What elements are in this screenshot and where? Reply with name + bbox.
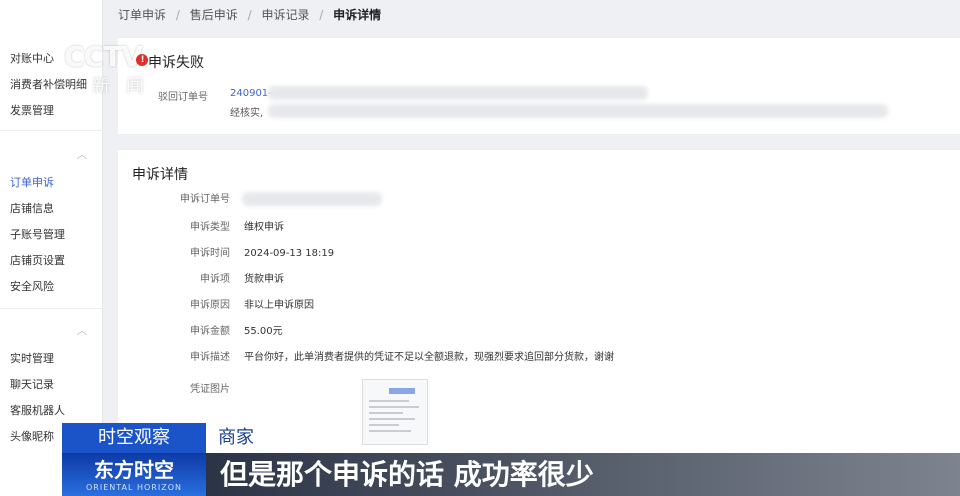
result-note: 经核实,	[230, 108, 264, 119]
row-label: 申诉订单号	[180, 194, 230, 205]
detail-title: 申诉详情	[132, 167, 188, 183]
detail-row: 申诉描述 平台你好，此单消费者提供的凭证不足以全额退款，现强烈要求追回部分货款，…	[118, 350, 958, 366]
sidebar-item-bot[interactable]: 客服机器人	[10, 404, 65, 418]
sidebar-item-chat-records[interactable]: 聊天记录	[10, 378, 54, 392]
program-brand: 东方时空 ORIENTAL HORIZON	[62, 453, 206, 496]
redacted-text	[268, 86, 648, 100]
redacted-order-id	[242, 192, 382, 206]
row-label: 申诉原因	[190, 300, 230, 311]
detail-row: 申诉项 货款申诉	[118, 272, 960, 288]
breadcrumb-item[interactable]: 订单申诉	[118, 8, 166, 22]
breadcrumb-current: 申诉详情	[333, 8, 382, 22]
sidebar-item-store-info[interactable]: 店铺信息	[10, 202, 54, 216]
breadcrumb-item[interactable]: 申诉记录	[261, 8, 309, 22]
sidebar-divider	[0, 130, 102, 131]
row-value: 货款申诉	[244, 274, 284, 285]
cctv-logo: CCTV ! 新闻	[64, 40, 184, 100]
row-value: 平台你好，此单消费者提供的凭证不足以全额退款，现强烈要求追回部分货款，谢谢	[244, 352, 614, 363]
detail-row: 申诉时间 2024-09-13 18:19	[118, 246, 960, 262]
program-brand-en: ORIENTAL HORIZON	[86, 483, 182, 492]
breadcrumb-separator: /	[247, 8, 252, 22]
redacted-text	[268, 104, 888, 118]
detail-row: 凭证图片	[118, 382, 960, 398]
sidebar-divider	[0, 308, 102, 309]
chevron-up-icon[interactable]: ︿	[76, 149, 88, 160]
row-value: 非以上申诉原因	[244, 300, 314, 311]
row-label: 申诉金额	[190, 326, 230, 337]
row-value: 2024-09-13 18:19	[244, 248, 335, 259]
subtitle-caption: 但是那个申诉的话 成功率很少	[206, 453, 960, 496]
sidebar-item-avatar[interactable]: 头像昵称	[10, 430, 54, 444]
row-value: 55.00元	[244, 326, 283, 337]
breadcrumb-item[interactable]: 售后申诉	[190, 8, 238, 22]
row-label: 凭证图片	[190, 384, 230, 395]
detail-row: 申诉金额 55.00元	[118, 324, 960, 340]
row-value: 维权申诉	[244, 222, 284, 233]
row-label: 申诉时间	[190, 248, 230, 259]
row-label: 申诉描述	[190, 352, 230, 363]
sidebar-item-subaccount[interactable]: 子账号管理	[10, 228, 65, 242]
sidebar-item-invoice[interactable]: 发票管理	[10, 104, 54, 118]
row-label: 申诉类型	[190, 222, 230, 233]
evidence-thumbnail[interactable]	[362, 379, 428, 445]
breadcrumb-separator: /	[175, 8, 180, 22]
detail-row: 申诉原因 非以上申诉原因	[118, 298, 960, 314]
sidebar-item-order-appeal[interactable]: 订单申诉	[10, 176, 54, 190]
cctv-logo-badge: !	[136, 54, 148, 66]
sidebar-item-realtime[interactable]: 实时管理	[10, 352, 54, 366]
row-label: 申诉项	[200, 274, 230, 285]
cctv-logo-sub: 新闻	[92, 76, 160, 97]
appeal-result-card: 申诉失败 驳回订单号 240901- 经核实,	[118, 38, 960, 134]
sidebar-item-store-page[interactable]: 店铺页设置	[10, 254, 65, 268]
program-brand-name: 东方时空	[94, 458, 174, 482]
cctv-logo-text: CCTV	[64, 40, 143, 73]
detail-row: 申诉类型 维权申诉	[118, 220, 960, 236]
program-segment-label: 时空观察	[62, 423, 206, 453]
breadcrumb: 订单申诉 / 售后申诉 / 申诉记录 / 申诉详情	[118, 6, 387, 24]
sidebar-item-security[interactable]: 安全风险	[10, 280, 54, 294]
speaker-label: 商家	[206, 423, 288, 453]
breadcrumb-separator: /	[319, 8, 324, 22]
chevron-up-icon[interactable]: ︿	[76, 325, 88, 336]
reject-order-value[interactable]: 240901-	[230, 88, 272, 99]
sidebar-item-reconciliation[interactable]: 对账中心	[10, 52, 54, 66]
